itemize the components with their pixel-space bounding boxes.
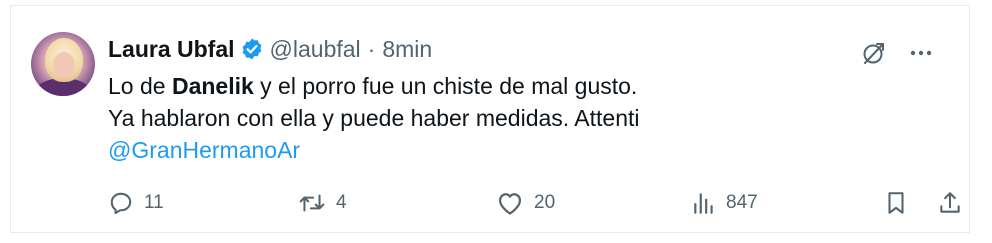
author-name[interactable]: Laura Ubfal xyxy=(108,36,235,63)
mention-link[interactable]: @GranHermanoAr xyxy=(108,137,300,163)
tweet-actions-bar: 11 4 20 847 xyxy=(108,190,970,222)
avatar[interactable] xyxy=(31,32,95,96)
like-count: 20 xyxy=(534,192,556,213)
tweet-line-1-post: y el porro fue un chiste de mal gusto. xyxy=(253,73,638,99)
avatar-face xyxy=(53,52,75,78)
tweet-text: Lo de Danelik y el porro fue un chiste d… xyxy=(108,70,928,166)
verified-badge-icon xyxy=(240,37,264,61)
retweet-count: 4 xyxy=(336,192,347,213)
reply-icon xyxy=(110,192,132,214)
retweet-icon xyxy=(299,194,325,212)
tweet-card[interactable]: Laura Ubfal @laubfal · 8min Lo de Daneli… xyxy=(10,5,970,233)
retweet-button[interactable]: 4 xyxy=(298,190,347,216)
grok-icon[interactable] xyxy=(861,40,887,66)
share-button[interactable] xyxy=(938,190,962,216)
tweet-line-1-pre: Lo de xyxy=(108,73,172,99)
views-icon xyxy=(694,193,713,214)
tweet-line-2: Ya hablaron con ella y puede haber medid… xyxy=(108,105,640,131)
bookmark-icon xyxy=(888,192,904,214)
reply-count: 11 xyxy=(144,192,164,213)
more-icon[interactable] xyxy=(909,41,933,65)
tweet-timestamp[interactable]: 8min xyxy=(382,36,432,63)
top-actions xyxy=(861,40,933,66)
views-button[interactable]: 847 xyxy=(692,190,758,216)
separator-dot: · xyxy=(367,35,376,62)
author-handle[interactable]: @laubfal xyxy=(270,36,361,63)
bookmark-button[interactable] xyxy=(884,190,908,216)
tweet-bold-word: Danelik xyxy=(171,73,254,99)
reply-button[interactable]: 11 xyxy=(108,190,164,216)
views-count: 847 xyxy=(726,192,758,213)
like-button[interactable]: 20 xyxy=(496,190,555,216)
share-icon xyxy=(940,192,960,213)
tweet-header: Laura Ubfal @laubfal · 8min xyxy=(108,34,432,64)
heart-icon xyxy=(498,193,522,215)
tweet-line-1: Lo de Danelik y el porro fue un chiste d… xyxy=(108,70,928,102)
